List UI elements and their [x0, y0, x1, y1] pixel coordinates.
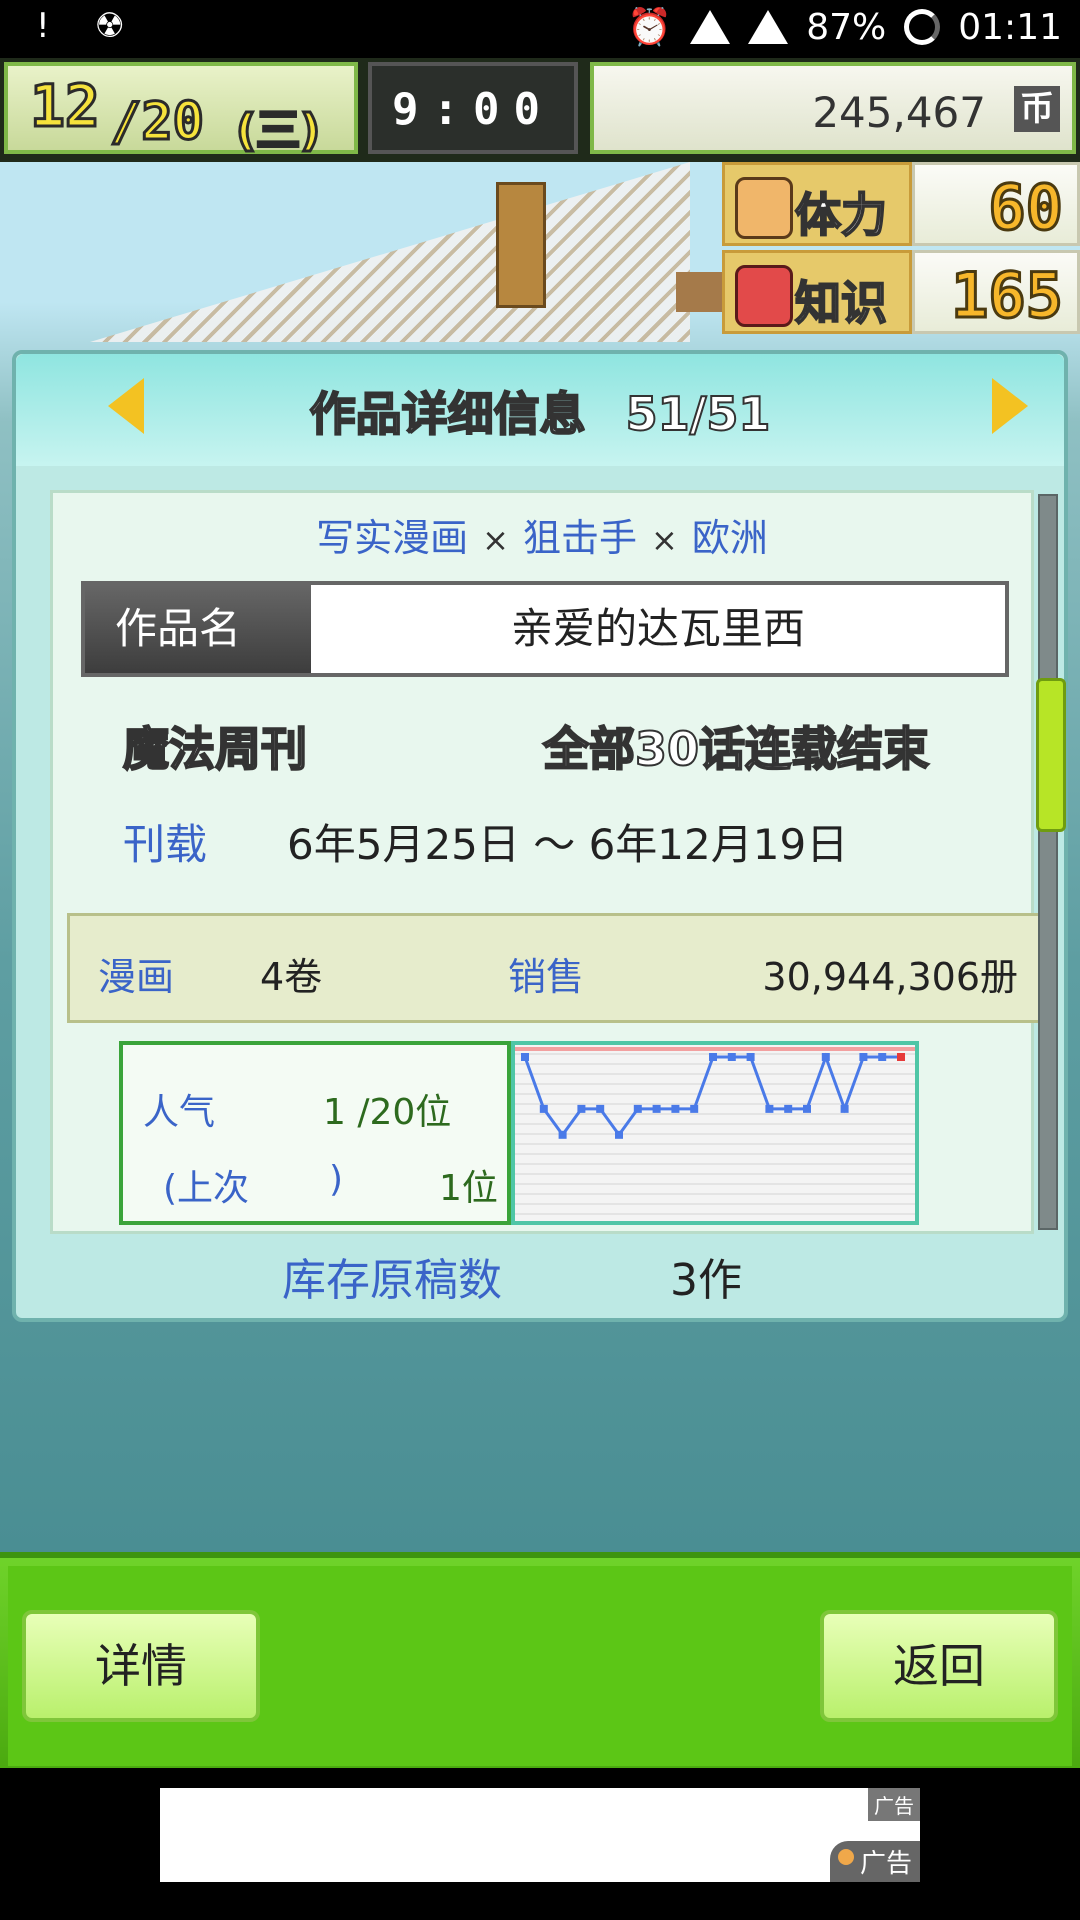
chart-point	[577, 1104, 586, 1113]
chart-point	[709, 1053, 717, 1061]
chart-point	[840, 1104, 849, 1113]
ad-area: 广告 广告	[0, 1768, 1080, 1920]
stock-value: 3作	[670, 1255, 742, 1306]
chart-series-line	[523, 1052, 901, 1138]
back-button[interactable]: 返回	[820, 1610, 1058, 1722]
chart-point	[558, 1130, 567, 1139]
sales-row: 漫画 4卷 销售 30,944,306册	[67, 913, 1041, 1023]
notification-icons: ! ☢	[36, 6, 159, 46]
chart-point	[784, 1104, 793, 1113]
chart-point	[803, 1104, 811, 1113]
sales-value: 30,944,306册	[762, 955, 1018, 999]
chart-point	[652, 1104, 661, 1113]
scene-roof	[90, 162, 690, 342]
wifi-icon	[690, 10, 731, 44]
time-value: 9:00	[392, 84, 554, 135]
popularity-graph	[511, 1041, 919, 1225]
last-label: (上次	[163, 1168, 250, 1209]
chart-point	[765, 1104, 774, 1113]
manga-label: 漫画	[98, 955, 175, 999]
ad-badge: 广告	[829, 1841, 920, 1882]
popularity-value: 1 /20位	[323, 1092, 452, 1133]
genre-3: 欧洲	[691, 516, 768, 560]
genre-2: 狙击手	[522, 516, 637, 560]
battery-icon	[904, 9, 941, 45]
chart-point	[746, 1053, 755, 1061]
work-count: 51/51	[625, 386, 772, 442]
chart-current-point	[897, 1053, 905, 1061]
money-display: 245,467 币	[590, 62, 1076, 154]
chart-point	[521, 1053, 529, 1061]
sync-icon: ☢	[94, 6, 125, 46]
dialog-title: 作品详细信息 51/51	[309, 386, 772, 442]
chart-point	[633, 1104, 642, 1113]
next-arrow-icon[interactable]	[992, 378, 1028, 434]
stat-value: 60	[987, 170, 1065, 246]
work-detail-dialog: 作品详细信息 51/51 写实漫画 × 狙击手 × 欧洲 作品名 亲爱的达瓦里西 魔法周刊…	[12, 350, 1068, 1322]
chart-point	[821, 1053, 830, 1061]
chart-point	[596, 1104, 605, 1113]
signal-icon	[748, 10, 789, 44]
detail-button[interactable]: 详情	[22, 1610, 260, 1722]
stat-label: 体力	[794, 187, 888, 243]
alarm-icon: ⏰	[627, 7, 673, 48]
clock: 01:11	[958, 6, 1062, 48]
bottom-button-bar: 详情 返回	[0, 1552, 1080, 1774]
battery-percent: 87%	[806, 6, 887, 48]
dialog-header: 作品详细信息 51/51	[16, 354, 1064, 466]
magazine-name: 魔法周刊	[122, 721, 308, 777]
sales-label: 销售	[508, 955, 585, 999]
scene-door	[496, 182, 546, 308]
stat-label: 知识	[794, 275, 888, 331]
top-hud: 12 /20 (三) 9:00 245,467 币	[0, 58, 1080, 162]
stat-value: 165	[950, 258, 1065, 334]
work-name-label: 作品名	[85, 585, 311, 673]
period-value: 6年5月25日 ～ 6年12月19日	[287, 820, 849, 869]
money-unit: 币	[1014, 86, 1060, 132]
chart-point	[878, 1053, 887, 1061]
date-weekday: (三)	[234, 104, 321, 158]
chart-point	[859, 1053, 868, 1061]
genre-1: 写实漫画	[316, 516, 469, 560]
genre-line: 写实漫画 × 狙击手 × 欧洲	[316, 516, 768, 560]
money-value: 245,467	[812, 88, 986, 137]
popularity-box: 人气 1 /20位 (上次 ) 1位	[119, 1041, 511, 1225]
last-value: 1位	[439, 1168, 498, 1209]
date-display: 12 /20 (三)	[4, 62, 358, 158]
stat-stamina: 体力 60	[722, 162, 1080, 246]
ad-banner[interactable]: 广告 广告	[160, 1788, 920, 1882]
stats-panel: 体力 60 知识 165	[722, 162, 1080, 338]
work-name: 亲爱的达瓦里西	[510, 604, 805, 653]
last-close: )	[329, 1159, 344, 1200]
stock-label: 库存原稿数	[282, 1255, 502, 1306]
period-label: 刊载	[123, 820, 208, 869]
time-display: 9:00	[368, 62, 578, 154]
chart-point	[690, 1104, 699, 1113]
detail-content: 写实漫画 × 狙击手 × 欧洲 作品名 亲爱的达瓦里西 魔法周刊 全部30话连载结束 刊…	[50, 490, 1041, 1234]
popularity-label: 人气	[143, 1092, 216, 1133]
stat-knowledge: 知识 165	[722, 250, 1080, 334]
chart-point	[727, 1053, 736, 1061]
serial-status: 全部30话连载结束	[542, 721, 930, 777]
chart-point	[615, 1130, 623, 1139]
scroll-thumb[interactable]	[1036, 678, 1066, 832]
volumes-value: 4卷	[260, 955, 323, 999]
alert-icon: !	[36, 6, 50, 46]
date-day: /20	[109, 91, 206, 154]
book-icon	[735, 265, 793, 327]
magazine-row: 魔法周刊 全部30话连载结束	[53, 713, 1031, 777]
muscle-icon	[735, 177, 793, 239]
popularity-chart	[515, 1047, 915, 1139]
status-bar: ! ☢ ⏰ 87% 01:11	[0, 0, 1080, 58]
chart-point	[671, 1104, 680, 1113]
chart-point	[539, 1104, 548, 1113]
date-month: 12	[29, 71, 102, 142]
ad-tag: 广告	[868, 1788, 920, 1821]
work-name-row: 作品名 亲爱的达瓦里西	[81, 581, 1009, 677]
content-scrollbar[interactable]	[1036, 494, 1066, 1230]
